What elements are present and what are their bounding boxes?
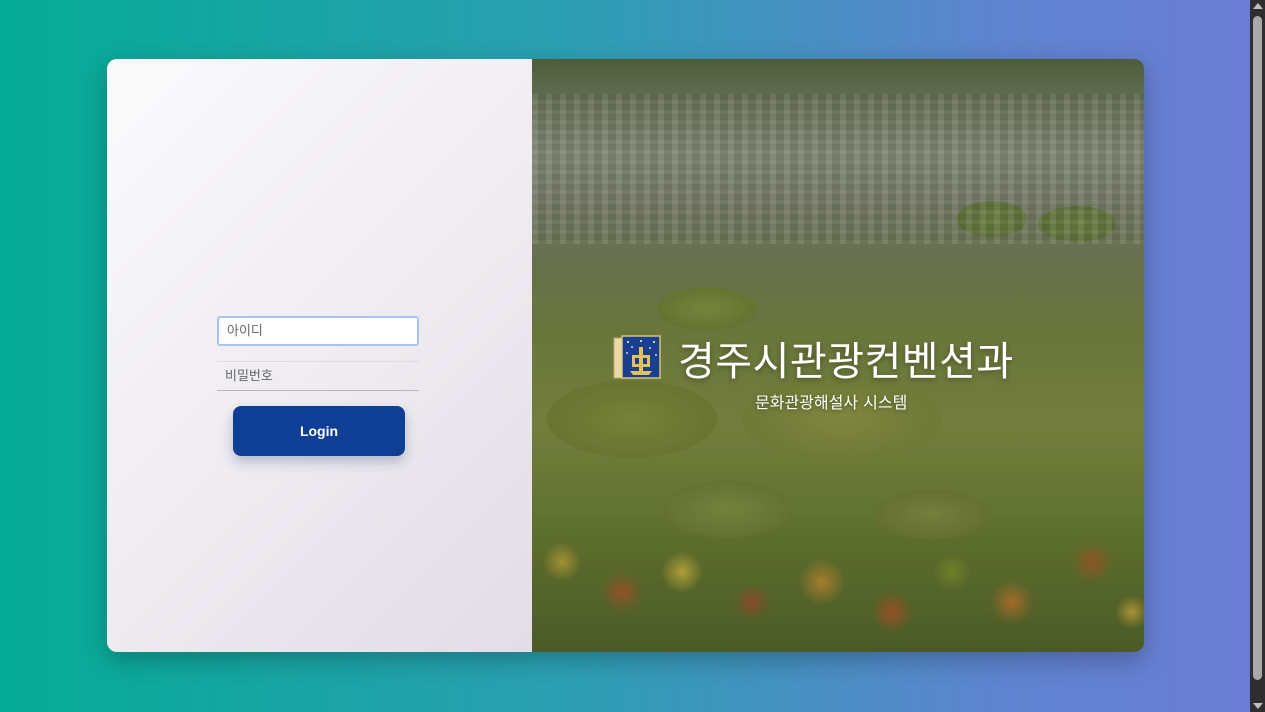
brand-name: 경주시관광컨벤션과 bbox=[678, 339, 1014, 385]
login-card: 문화관광해설사 시스템 로그인 Login bbox=[107, 59, 1144, 652]
login-panel: 문화관광해설사 시스템 로그인 Login bbox=[107, 59, 532, 652]
tumuli-park-photo: 경주시관광컨벤션과 문화관광해설사 시스템 bbox=[532, 59, 1144, 652]
scroll-thumb[interactable] bbox=[1253, 16, 1262, 680]
password-input[interactable] bbox=[217, 361, 419, 391]
login-button[interactable]: Login bbox=[233, 406, 405, 456]
vertical-scrollbar[interactable] bbox=[1250, 0, 1265, 712]
user-id-input[interactable] bbox=[217, 316, 419, 346]
brand-block: 경주시관광컨벤션과 bbox=[612, 329, 1014, 387]
gyeongju-city-emblem-icon bbox=[612, 333, 664, 383]
scroll-up-arrow-icon[interactable] bbox=[1253, 3, 1263, 9]
brand-subtitle: 문화관광해설사 시스템 bbox=[755, 393, 908, 412]
scroll-down-arrow-icon[interactable] bbox=[1253, 703, 1263, 709]
